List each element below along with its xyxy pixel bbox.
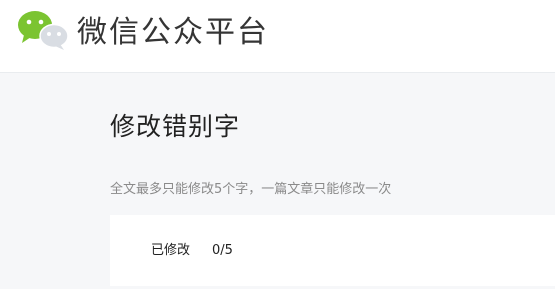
edited-count-value: 0/5 — [212, 243, 233, 258]
brand-name[interactable]: 微信公众平台 — [77, 13, 269, 53]
edit-status-card: 已修改 0/5 — [110, 215, 555, 286]
edit-limit-hint: 全文最多只能修改5个字，一篇文章只能修改一次 — [110, 182, 392, 197]
wechat-logo-icon[interactable] — [17, 10, 69, 52]
top-header: 微信公众平台 — [0, 0, 555, 73]
edited-count-label: 已修改 — [151, 243, 191, 258]
page-title: 修改错别字 — [110, 112, 241, 141]
